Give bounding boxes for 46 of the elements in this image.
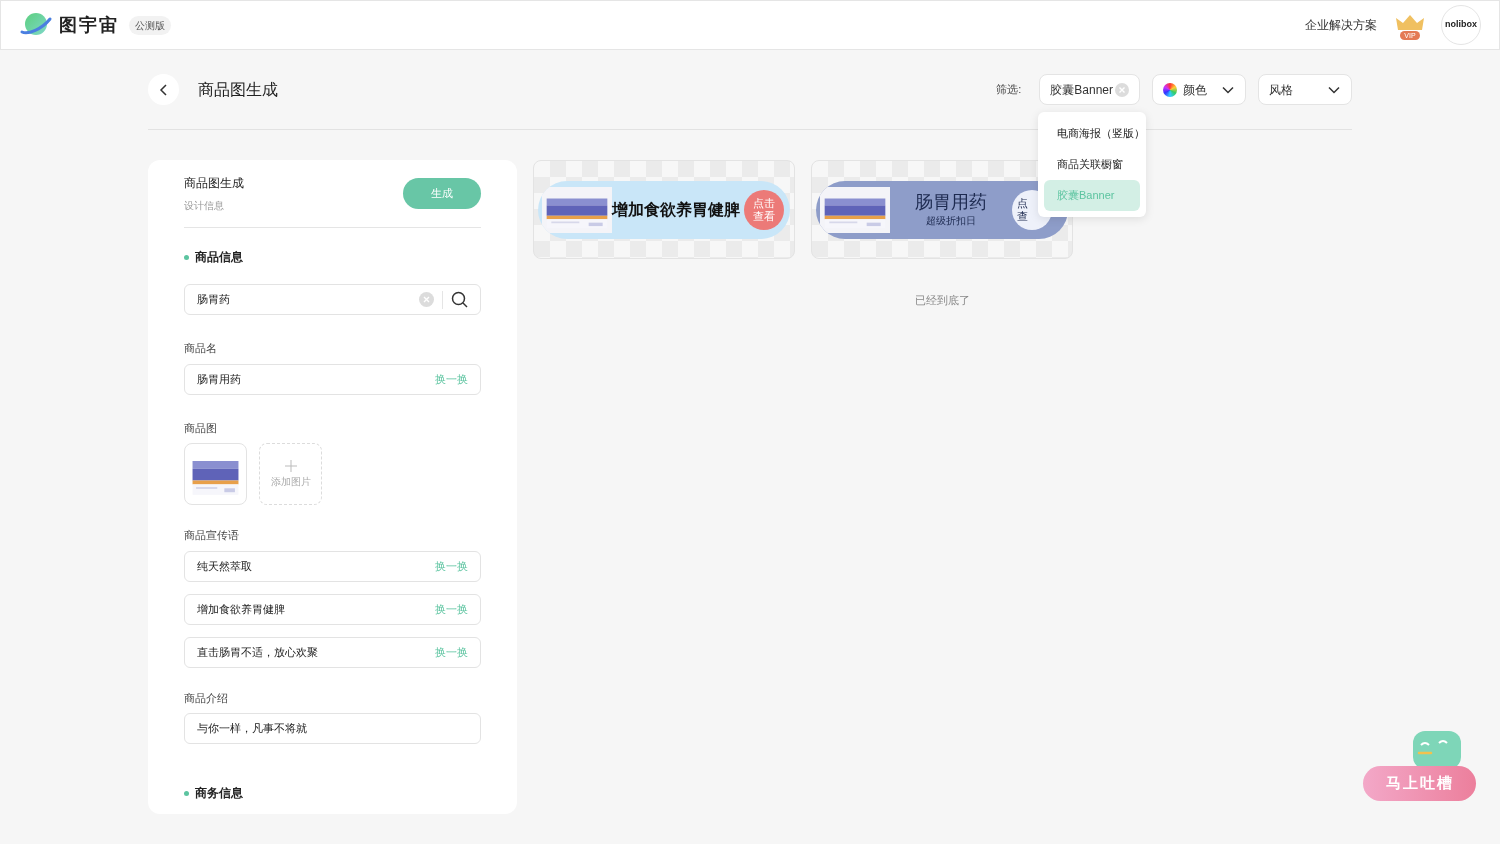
brand-name[interactable]: 图宇宙: [59, 11, 119, 39]
beta-tag: 公测版: [129, 15, 171, 35]
plus-icon: [284, 459, 297, 472]
text-field[interactable]: 直击肠胃不适，放心欢聚 换一换: [184, 636, 481, 668]
banner-headline: 肠胃用药: [915, 190, 987, 214]
field-value: 纯天然萃取: [197, 558, 252, 574]
field-label: 商品名: [184, 341, 218, 356]
badge-text: 查: [1017, 209, 1028, 223]
field-label: 商品宣传语: [184, 528, 240, 543]
text-field[interactable]: 增加食欲养胃健脾 换一换: [184, 593, 481, 625]
end-of-list-text: 已经到底了: [914, 293, 971, 308]
planet-logo-icon[interactable]: [19, 12, 53, 38]
search-field[interactable]: 肠胃药: [184, 284, 481, 315]
badge-text: 点击: [753, 196, 775, 210]
panel-subtitle: 设计信息: [184, 199, 225, 213]
product-thumbnail[interactable]: [184, 443, 247, 505]
field-value: 肠胃药: [197, 292, 231, 308]
color-wheel-icon: [1163, 82, 1177, 97]
filter-label: 筛选:: [996, 82, 1022, 98]
field-value: 与你一样，凡事不将就: [197, 721, 307, 737]
nav-link[interactable]: 企业解决方案: [1305, 16, 1377, 34]
filter-chip[interactable]: 胶囊Banner: [1039, 74, 1140, 105]
badge-text: 点: [1017, 196, 1028, 210]
search-icon[interactable]: [451, 291, 468, 308]
text-field[interactable]: 纯天然萃取 换一换: [184, 550, 481, 582]
banner-subtitle: 超级折扣日: [926, 214, 976, 229]
panel-title: 商品图生成: [184, 175, 244, 192]
back-button[interactable]: [148, 74, 179, 105]
result-card[interactable]: 增加食欲养胃健脾 点击 查看: [533, 160, 795, 259]
mascot-icon[interactable]: [1413, 731, 1461, 769]
badge-text: 查看: [753, 209, 775, 223]
color-dropdown[interactable]: 颜色: [1152, 74, 1246, 105]
field-value: 增加食欲养胃健脾: [197, 601, 285, 617]
style-dropdown[interactable]: 风格: [1258, 74, 1352, 105]
section-title: 商务信息: [195, 785, 243, 802]
field-value: 直击肠胃不适，放心欢聚: [197, 644, 318, 660]
field-label: 商品介绍: [184, 690, 229, 706]
section-title: 商品信息: [195, 249, 243, 266]
field-value: 肠胃用药: [197, 371, 241, 387]
text-field[interactable]: 肠胃用药 换一换: [184, 363, 481, 395]
page-title: 商品图生成: [198, 79, 278, 100]
chevron-left-icon: [158, 83, 169, 96]
text-field[interactable]: 与你一样，凡事不将就: [184, 713, 481, 744]
field-label: 商品图: [184, 420, 218, 436]
banner-headline: 增加食欲养胃健脾: [612, 199, 741, 220]
menu-item[interactable]: 电商海报（竖版）: [1044, 118, 1140, 149]
